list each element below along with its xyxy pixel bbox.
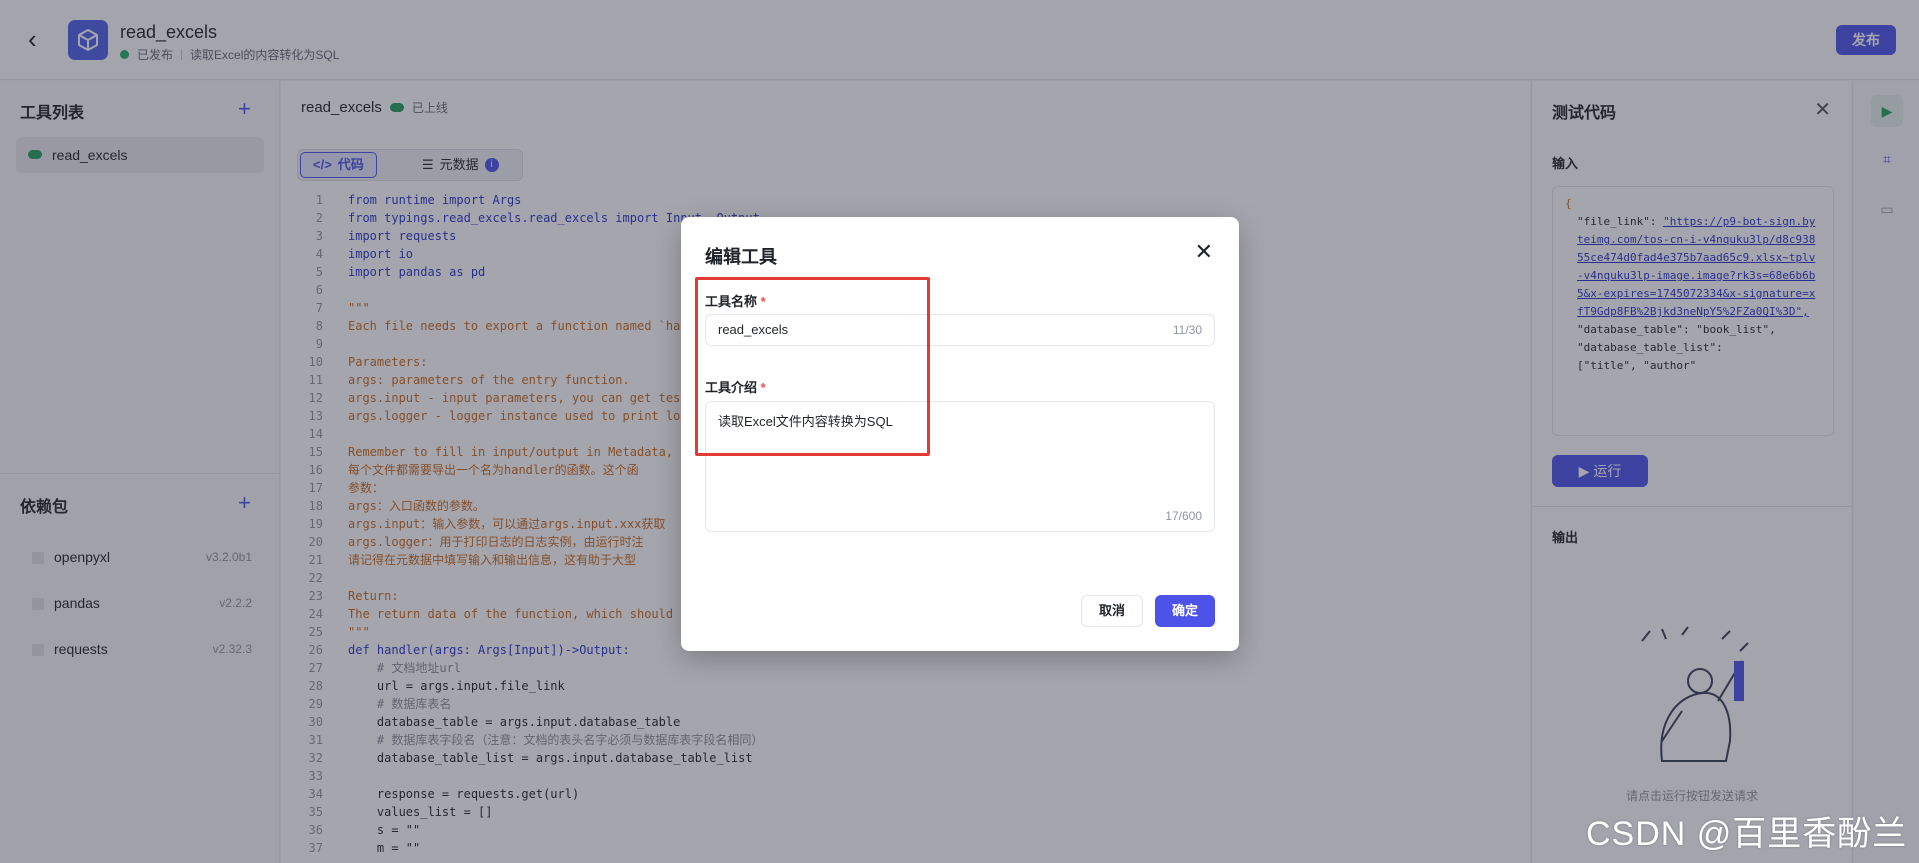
cancel-button[interactable]: 取消 [1081,595,1143,627]
name-char-counter: 11/30 [1172,323,1202,337]
edit-tool-modal: 编辑工具 ✕ 工具名称 * read_excels 11/30 工具介绍 * 读… [681,217,1239,651]
desc-char-counter: 17/600 [1165,509,1202,523]
close-icon[interactable]: ✕ [1195,239,1213,265]
watermark: CSDN @百里香酚兰 [1586,815,1908,853]
confirm-button[interactable]: 确定 [1155,595,1215,627]
modal-title: 编辑工具 [705,247,777,267]
highlight-annotation-box [695,277,930,456]
app-root: ‹ read_excels 已发布 读取Excel的内容转化为SQL 发布 工具… [0,0,1919,863]
